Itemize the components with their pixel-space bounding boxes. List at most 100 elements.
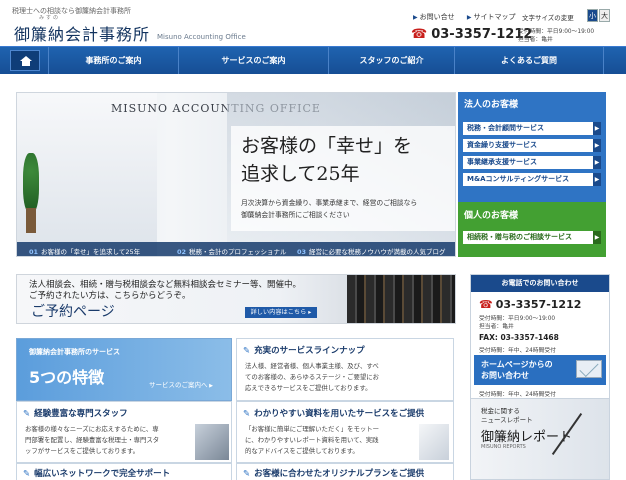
card-title: 幅広いネットワークで完全サポート (34, 469, 171, 479)
seminar-banner[interactable]: 法人相談会、相続・贈与税相談会など無料相談会セミナー等、開催中。 ご予約されたい… (16, 274, 456, 324)
card-description: 「お客様に簡単にご理解いただく」をモットー に、わかりやすいレポート資料を用いて… (245, 424, 379, 457)
card-title: 充実のサービスラインナップ (254, 346, 365, 356)
mail-hours: 受付時間：年中、24時間受付 (479, 392, 556, 398)
arrow-icon: ▶ (593, 139, 601, 152)
service-card-network[interactable]: ✎ 幅広いネットワークで完全サポート (16, 463, 232, 480)
plant-pot (26, 208, 36, 233)
staff-text: 担当者：亀井 (518, 37, 553, 43)
global-nav: 事務所のご案内 サービスのご案内 スタッフのご紹介 よくあるご質問 (0, 46, 626, 74)
seminar-title: ご予約ページ (31, 304, 115, 320)
personal-menu: 個人のお客様 相続税・贈与税のご相談サービス ▶ (458, 202, 606, 257)
contact-link[interactable]: ▶ お問い合せ (413, 12, 455, 22)
slide-tab-1[interactable]: 01 お客様の「幸せ」を追求して25年 (29, 246, 140, 256)
arrow-icon: ▶ (207, 383, 213, 389)
personal-item-inheritance[interactable]: 相続税・贈与税のご相談サービス ▶ (463, 231, 601, 244)
report-subtitle: MISUNO REPORTS (481, 444, 526, 450)
fax-hours: 受付時間：年中、24時間受付 (479, 348, 556, 354)
contact-hours: 受付時間：平日9:00～19:00 担当者：亀井 (479, 315, 555, 331)
corporate-menu: 法人のお客様 税務・会計顧問サービス ▶ 資金繰り支援サービス ▶ 事業継承支援サー… (458, 92, 606, 202)
arrow-icon: ▶ (593, 231, 601, 244)
services-intro: 御簾納会計事務所のサービス 5つの特徴 サービスのご案内へ ▶ (16, 338, 232, 401)
services-link-label: サービスのご案内へ (149, 381, 208, 389)
plant-image (23, 153, 39, 213)
card-title: お客様に合わせたオリジナルプランをご提供 (254, 469, 425, 479)
nav-staff[interactable]: スタッフのご紹介 (328, 47, 454, 74)
contact-box: お電話でのお問い合わせ ☎ 03-3357-1212 受付時間：平日9:00～19… (470, 274, 610, 402)
nav-services[interactable]: サービスのご案内 (178, 47, 328, 74)
service-card-lineup[interactable]: ✎ 充実のサービスラインナップ 法人様、経営者様、個人事業主様、及び、すべ てのお… (236, 338, 454, 401)
card-line: お客様の様々なニーズにお応えするために、専 (25, 425, 159, 433)
contact-phone: ☎ 03-3357-1212 (479, 298, 581, 311)
page: { "header": { "tagline": "税理士への相談なら御簾納会計… (0, 0, 626, 480)
font-small-button[interactable]: 小 (587, 9, 598, 22)
service-card-staff[interactable]: ✎ 経験豊富な専門スタッフ お客様の様々なニーズにお応えするために、専 門部署を配… (16, 401, 232, 463)
nav-office[interactable]: 事務所のご案内 (48, 47, 178, 74)
header-phone: ☎ 03-3357-1212 (411, 27, 532, 42)
sitemap-link[interactable]: ▶ サイトマップ (467, 12, 516, 22)
report-line-1: 税金に関する (481, 407, 520, 415)
corporate-item-tax[interactable]: 税務・会計顧問サービス ▶ (463, 122, 601, 135)
phone-icon: ☎ (479, 298, 493, 311)
top-links: ▶ お問い合せ ▶ サイトマップ (413, 12, 525, 22)
card-description: お客様の様々なニーズにお応えするために、専 門部署を配置し、経験豊富な税理士・専… (25, 424, 159, 457)
services-link[interactable]: サービスのご案内へ ▶ (149, 379, 213, 389)
menu-label: M&Aコンサルティングサービス (467, 175, 570, 183)
corporate-item-succession[interactable]: 事業継承支援サービス ▶ (463, 156, 601, 169)
card-line: 的なアドバイスをご提供しております。 (245, 447, 359, 455)
hero-description: 月次決算から資金繰り、事業承継まで、経営のご相談なら 御簾納会計事務所にご相談く… (241, 197, 417, 221)
phone-number: 03-3357-1212 (495, 298, 582, 311)
hours-text: 受付時間：平日9:00～19:00 (518, 29, 595, 35)
corporate-item-cash[interactable]: 資金繰り支援サービス ▶ (463, 139, 601, 152)
slide-num: 01 (29, 248, 39, 256)
desc-line-2: 御簾納会計事務所にご相談ください (241, 211, 350, 219)
nav-faq[interactable]: よくあるご質問 (454, 47, 604, 74)
card-line: てのお客様の、あらゆるステージ・ご要望にお (245, 373, 380, 381)
report-banner[interactable]: 税金に関する ニュースレポート 御簾納レポート MISUNO REPORTS (470, 398, 610, 480)
site-logo[interactable]: 御簾納会計事務所 (14, 21, 150, 45)
web-inquiry-button[interactable]: ホームページからの お問い合わせ (474, 355, 606, 385)
arrow-icon: ▶ (593, 122, 601, 135)
card-line: に、わかりやすいレポート資料を用いて、実践 (245, 436, 379, 444)
report-caption: 税金に関する ニュースレポート (481, 407, 533, 425)
report-photo (419, 424, 449, 460)
corporate-item-ma[interactable]: M&Aコンサルティングサービス ▶ (463, 173, 601, 186)
phone-icon: ☎ (411, 27, 428, 42)
personal-title: 個人のお客様 (464, 211, 519, 221)
slide-num: 03 (297, 248, 307, 256)
card-title: 経験豊富な専門スタッフ (34, 409, 128, 419)
pencil-icon: ✎ (243, 469, 251, 479)
pencil-icon: ✎ (243, 346, 251, 356)
menu-label: 税務・会計顧問サービス (467, 124, 544, 132)
seminar-line-1: 法人相談会、相続・贈与税相談会など無料相談会セミナー等、開催中。 (29, 280, 302, 290)
slide-tab-3[interactable]: 03 経営に必要な税務ノウハウが満載の人気ブログ (297, 246, 446, 256)
pencil-icon: ✎ (243, 409, 251, 419)
card-line: 法人様、経営者様、個人事業主様、及び、すべ (245, 362, 379, 370)
services-intro-label: 御簾納会計事務所のサービス (29, 348, 120, 356)
mail-icon (576, 360, 602, 378)
tagline: 税理士への相談なら御簾納会計事務所 (12, 7, 131, 15)
arrow-icon: ▶ (593, 156, 601, 169)
slide-num: 02 (177, 248, 187, 256)
report-line-2: ニュースレポート (481, 416, 533, 424)
report-title: 御簾納レポート (481, 430, 573, 445)
header-hours: 受付時間：平日9:00～19:00 担当者：亀井 (518, 28, 594, 44)
services-count: 5つの特徴 (29, 368, 105, 387)
hero-slider[interactable]: MISUNO ACCOUNTING OFFICE お客様の「幸せ」を 追求して2… (16, 92, 456, 257)
pencil-icon: ✎ (23, 469, 31, 479)
pencil-icon: ✎ (23, 409, 31, 419)
logo-english: Misuno Accounting Office (157, 33, 246, 41)
staff-photo (195, 424, 229, 460)
arrow-icon: ▶ (466, 14, 472, 21)
slide-label: 経営に必要な税務ノウハウが満載の人気ブログ (309, 248, 446, 256)
slide-tab-2[interactable]: 02 税務・会計のプロフェッショナル (177, 246, 287, 256)
contact-fax: FAX: 03-3357-1468 (479, 333, 559, 342)
card-line: ッフがサービスをご提供しております。 (25, 447, 140, 455)
home-button[interactable] (10, 50, 40, 71)
hours-text: 受付時間：平日9:00～19:00 (479, 316, 556, 322)
headline-line-1: お客様の「幸せ」を (241, 135, 413, 157)
service-card-reports[interactable]: ✎ わかりやすい資料を用いたサービスをご提供 「お客様に簡単にご理解いただく」をモ… (236, 401, 454, 463)
seminar-details-button[interactable]: 詳しい内容はこちら ▸ (245, 307, 317, 318)
service-card-plans[interactable]: ✎ お客様に合わせたオリジナルプランをご提供 (236, 463, 454, 480)
arrow-icon: ▶ (593, 173, 601, 186)
font-large-button[interactable]: 大 (599, 9, 610, 22)
